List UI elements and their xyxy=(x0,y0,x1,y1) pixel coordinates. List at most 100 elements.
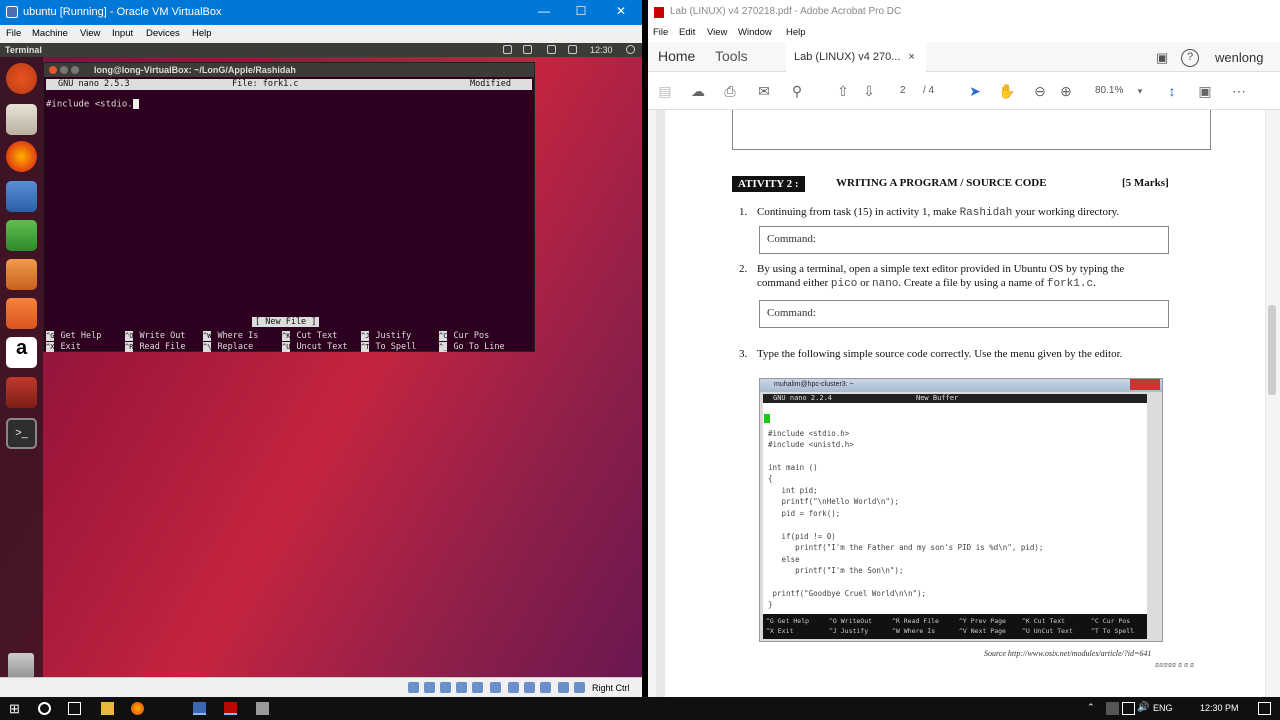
rotate-view-icon[interactable]: ▣ xyxy=(1196,82,1214,100)
shot-shortcut: ^X Exit xyxy=(766,627,794,635)
zoom-dropdown-icon[interactable]: ▾ xyxy=(1131,82,1149,100)
firefox-taskbar-icon[interactable] xyxy=(131,702,144,715)
page-number-input[interactable]: 2 xyxy=(900,85,906,96)
usb-icon[interactable] xyxy=(472,682,483,693)
menu-help[interactable]: Help xyxy=(192,28,212,39)
transfer-icon[interactable] xyxy=(503,45,512,54)
language-indicator[interactable]: ENG xyxy=(1153,703,1173,713)
keyboard-icon[interactable] xyxy=(523,45,532,54)
acro-menu-help[interactable]: Help xyxy=(786,27,806,38)
more-tools-icon[interactable]: ⋯ xyxy=(1230,82,1248,100)
select-cursor-icon[interactable]: ➤ xyxy=(966,82,984,100)
tray-network-icon[interactable] xyxy=(1122,702,1135,715)
terminal-minimize-icon[interactable] xyxy=(60,66,68,74)
cortana-icon[interactable] xyxy=(38,702,51,715)
upload-cloud-icon[interactable]: ☁ xyxy=(689,82,707,100)
tab-home[interactable]: Home xyxy=(658,48,695,64)
close-tab-icon[interactable]: × xyxy=(908,51,914,63)
volume-icon[interactable] xyxy=(568,45,577,54)
hand-tool-icon[interactable]: ✋ xyxy=(998,82,1016,100)
acro-menu-edit[interactable]: Edit xyxy=(679,27,695,38)
ubuntu-dash-icon[interactable] xyxy=(6,63,37,94)
terminal-window[interactable]: long@long-VirtualBox: ~/LonG/Apple/Rashi… xyxy=(43,62,535,352)
network-adapter-icon[interactable] xyxy=(456,682,467,693)
display-icon[interactable] xyxy=(508,682,519,693)
zoom-level[interactable]: 80.1% xyxy=(1095,85,1123,96)
firefox-icon[interactable] xyxy=(6,141,37,172)
virtualbox-taskbar-icon[interactable] xyxy=(193,702,206,715)
software-center-icon[interactable] xyxy=(6,298,37,329)
image-source-mirrored: ₪₪₪₪₪ ₪ ₪ ₪ xyxy=(1155,661,1195,669)
mail-icon[interactable]: ✉ xyxy=(755,82,773,100)
impress-icon[interactable] xyxy=(6,259,37,290)
tab-tools[interactable]: Tools xyxy=(715,48,748,64)
close-icon[interactable]: ✕ xyxy=(614,4,628,18)
zoom-in-icon[interactable]: ⊕ xyxy=(1057,82,1075,100)
pdf-scrollbar[interactable] xyxy=(1268,305,1276,395)
print-icon[interactable]: ⎙ xyxy=(721,82,739,100)
cpu-icon[interactable] xyxy=(540,682,551,693)
nano-editor-text[interactable]: #include <stdio. xyxy=(46,99,139,110)
tab-document[interactable]: Lab (LINUX) v4 270... × xyxy=(786,42,926,72)
writer-icon[interactable] xyxy=(6,181,37,212)
files-icon[interactable] xyxy=(6,104,37,135)
minimize-icon[interactable]: — xyxy=(537,4,551,18)
terminal-titlebar[interactable]: long@long-VirtualBox: ~/LonG/Apple/Rashi… xyxy=(44,63,534,77)
calc-icon[interactable] xyxy=(6,220,37,251)
code-line: { xyxy=(768,474,773,483)
audio-icon[interactable] xyxy=(440,682,451,693)
menu-input[interactable]: Input xyxy=(112,28,133,39)
acro-menu-view[interactable]: View xyxy=(707,27,727,38)
acro-menu-file[interactable]: File xyxy=(653,27,668,38)
page-up-icon[interactable]: ⇧ xyxy=(834,82,852,100)
shot-shortcut: ^J Justify xyxy=(829,627,869,635)
shot-shortcut: ^K Cut Text xyxy=(1022,617,1066,625)
windows-start-icon[interactable]: ⊞ xyxy=(8,702,21,715)
help-icon[interactable]: ? xyxy=(1181,49,1199,67)
keyboard-capture-icon[interactable] xyxy=(574,682,585,693)
menu-view[interactable]: View xyxy=(80,28,100,39)
acrobat-taskbar-icon[interactable] xyxy=(224,702,237,715)
terminal-close-icon[interactable] xyxy=(49,66,57,74)
zoom-out-icon[interactable]: ⊖ xyxy=(1031,82,1049,100)
settings-icon[interactable] xyxy=(6,377,37,408)
shortcut-uncut-text: ^U Uncut Text xyxy=(282,342,348,352)
menu-machine[interactable]: Machine xyxy=(32,28,68,39)
virtualbox-statusbar: Right Ctrl xyxy=(0,677,642,697)
comment-icon[interactable]: ▣ xyxy=(1156,50,1168,66)
menu-file[interactable]: File xyxy=(6,28,21,39)
page-down-icon[interactable]: ⇩ xyxy=(860,82,878,100)
maximize-icon[interactable]: ☐ xyxy=(574,4,588,18)
terminal-maximize-icon[interactable] xyxy=(71,66,79,74)
shared-folder-icon[interactable] xyxy=(490,682,501,693)
terminal-icon[interactable]: >_ xyxy=(6,418,37,449)
taskbar-clock[interactable]: 12:30 PM xyxy=(1200,703,1239,713)
fit-page-icon[interactable]: ↕ xyxy=(1163,82,1181,100)
acro-menu-window[interactable]: Window xyxy=(738,27,772,38)
virtualbox-titlebar[interactable]: ubuntu [Running] - Oracle VM VirtualBox … xyxy=(0,0,642,25)
tray-app-icon[interactable] xyxy=(1106,702,1119,715)
action-center-icon[interactable] xyxy=(1258,702,1271,715)
video-capture-icon[interactable] xyxy=(524,682,535,693)
file-explorer-icon[interactable] xyxy=(101,702,114,715)
hard-disk-icon[interactable] xyxy=(408,682,419,693)
optical-drive-icon[interactable] xyxy=(424,682,435,693)
user-name[interactable]: wenlong xyxy=(1215,50,1263,65)
trash-icon[interactable] xyxy=(8,653,34,677)
save-icon[interactable]: ▤ xyxy=(656,82,674,100)
menu-devices[interactable]: Devices xyxy=(146,28,180,39)
shortcut-to-spell: ^T To Spell xyxy=(361,342,417,352)
mouse-integration-icon[interactable] xyxy=(558,682,569,693)
ubuntu-clock[interactable]: 12:30 xyxy=(590,45,613,55)
tray-volume-icon[interactable]: 🔊 xyxy=(1137,702,1150,715)
power-gear-icon[interactable] xyxy=(626,45,635,54)
tray-up-icon[interactable]: ⌃ xyxy=(1087,702,1100,715)
search-icon[interactable]: ⚲ xyxy=(788,82,806,100)
calculator-taskbar-icon[interactable] xyxy=(256,702,269,715)
task-view-icon[interactable] xyxy=(68,702,81,715)
network-icon[interactable] xyxy=(547,45,556,54)
nano-version: GNU nano 2.5.3 xyxy=(58,79,130,89)
acrobat-titlebar[interactable]: Lab (LINUX) v4 270218.pdf - Adobe Acroba… xyxy=(648,0,1280,25)
amazon-icon[interactable]: a xyxy=(6,337,37,368)
pdf-viewport[interactable]: ATIVITY 2 : WRITING A PROGRAM / SOURCE C… xyxy=(656,110,1266,697)
